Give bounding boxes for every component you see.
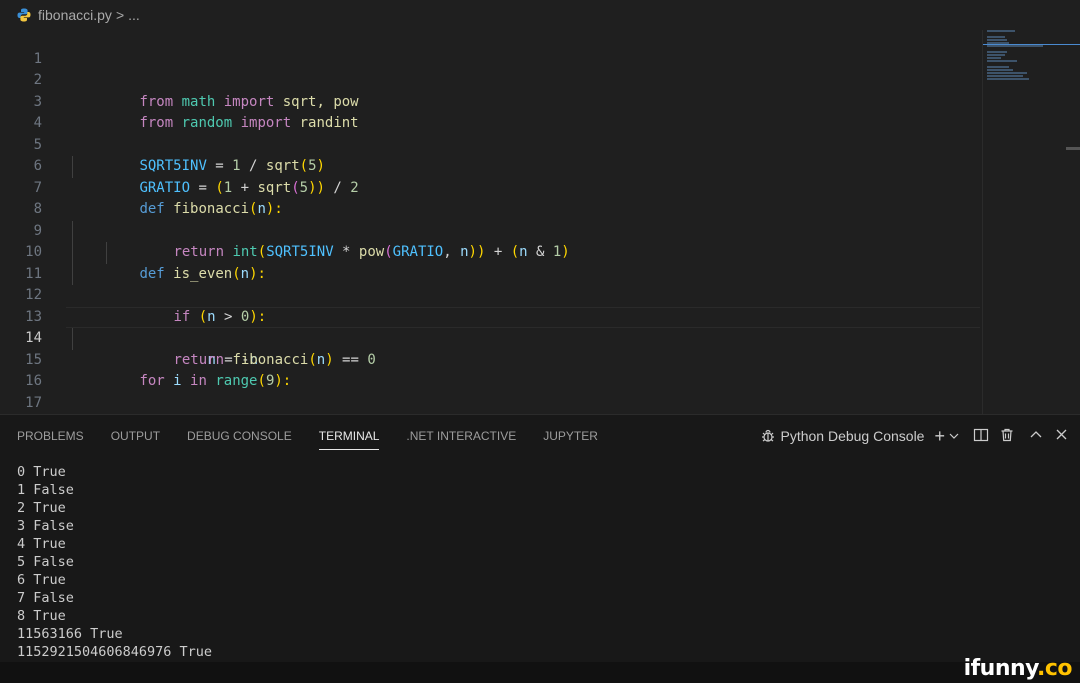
tab-net-interactive[interactable]: .NET INTERACTIVE	[406, 415, 516, 457]
code-line: 16 random = randint(1000, 1000000000)	[0, 350, 980, 389]
bottom-panel: PROBLEMS OUTPUT DEBUG CONSOLE TERMINAL .…	[0, 414, 1080, 662]
panel-actions: Python Debug Console +	[750, 415, 1068, 457]
terminal-line: 1152921504606846976 True	[17, 644, 213, 660]
code-line: 1 from math import sqrt, pow	[0, 30, 980, 110]
watermark-suffix: .co	[1036, 656, 1073, 681]
code-line: 9 def is_even(n):	[0, 199, 980, 282]
terminal-line: 3 False	[17, 518, 74, 534]
chevron-down-icon	[949, 428, 959, 444]
trash-icon	[999, 427, 1015, 446]
indent-guide	[72, 328, 73, 350]
terminal-line: 7 False	[17, 590, 74, 606]
terminal-line: 6 True	[17, 572, 66, 588]
terminal-line: 2 True	[17, 500, 66, 516]
ifunny-watermark: ifunny.co	[963, 656, 1073, 681]
code-line: 10 if (n > 0):	[0, 220, 980, 325]
terminal-line: 11563166 True	[17, 626, 123, 642]
indent-guide	[72, 220, 73, 242]
indent-guide	[72, 242, 73, 264]
terminal-line: 1 False	[17, 482, 74, 498]
terminal-line: 5 False	[17, 554, 74, 570]
close-icon	[1055, 428, 1068, 444]
code-line: 5 GRATIO = (1 + sqrt(5)) / 2	[0, 113, 980, 196]
code-line: 8	[0, 178, 980, 217]
code-line: 17 print(random, is_even(random))	[0, 371, 980, 411]
minimap[interactable]	[982, 30, 1080, 414]
python-file-icon	[16, 7, 32, 23]
tab-output[interactable]: OUTPUT	[111, 415, 160, 457]
watermark-text: ifunny	[963, 656, 1038, 681]
plus-icon: +	[934, 425, 945, 446]
code-line: 11 n = -n	[0, 242, 980, 368]
panel-tabs: PROBLEMS OUTPUT DEBUG CONSOLE TERMINAL .…	[0, 415, 625, 457]
scrollbar-marker	[1066, 147, 1080, 150]
tab-terminal[interactable]: TERMINAL	[318, 415, 379, 457]
code-lines: 1 from math import sqrt, pow 2 from rand…	[0, 30, 980, 414]
terminal-output[interactable]: 0 True 1 False 2 True 3 False 4 True 5 F…	[17, 463, 1067, 661]
debug-icon	[760, 428, 776, 444]
terminal-line: 0 True	[17, 464, 66, 480]
launch-profile-button[interactable]	[949, 428, 959, 444]
terminal-selector[interactable]: Python Debug Console	[760, 428, 924, 444]
terminal-name: Python Debug Console	[780, 428, 925, 444]
split-terminal-button[interactable]	[973, 427, 989, 446]
tab-jupyter[interactable]: JUPYTER	[543, 415, 598, 457]
watermark-strip	[0, 662, 1080, 683]
code-line: 13	[0, 285, 980, 325]
code-editor[interactable]: 1 from math import sqrt, pow 2 from rand…	[0, 30, 1080, 414]
code-line: 12 return fibonacci(n) == 0	[0, 263, 980, 368]
breadcrumb-more[interactable]: ...	[128, 7, 140, 23]
tab-debug-console[interactable]: DEBUG CONSOLE	[187, 415, 292, 457]
indent-guide	[72, 263, 73, 285]
code-line: 4 SQRT5INV = 1 / sqrt(5)	[0, 92, 980, 174]
code-line: 2 from random import randint	[0, 49, 980, 131]
breadcrumb-separator: >	[115, 7, 125, 23]
terminal-line: 8 True	[17, 608, 66, 624]
code-line: 18 print(1 << 60, is_even(1 << 60))	[0, 393, 980, 415]
code-line-current: 14 for i in range(9):	[0, 306, 980, 389]
code-line: 7 return int(SQRT5INV * pow(GRATIO, n)) …	[0, 156, 980, 260]
code-line: 3	[0, 70, 980, 110]
split-icon	[973, 427, 989, 446]
maximize-panel-button[interactable]	[1029, 428, 1043, 445]
new-terminal-button[interactable]: +	[934, 426, 945, 447]
tab-problems[interactable]: PROBLEMS	[17, 415, 84, 457]
breadcrumb-file[interactable]: fibonacci.py	[38, 7, 112, 23]
breadcrumb: fibonacci.py > ...	[0, 0, 1080, 30]
kill-terminal-button[interactable]	[999, 427, 1015, 446]
code-line: 15 print(i, is_even(i))	[0, 328, 980, 368]
terminal-line: 4 True	[17, 536, 66, 552]
close-panel-button[interactable]	[1055, 428, 1068, 444]
indent-guide	[72, 156, 73, 178]
indent-guide	[106, 242, 107, 264]
code-line: 6 def fibonacci(n):	[0, 135, 980, 217]
chevron-up-icon	[1029, 428, 1043, 445]
